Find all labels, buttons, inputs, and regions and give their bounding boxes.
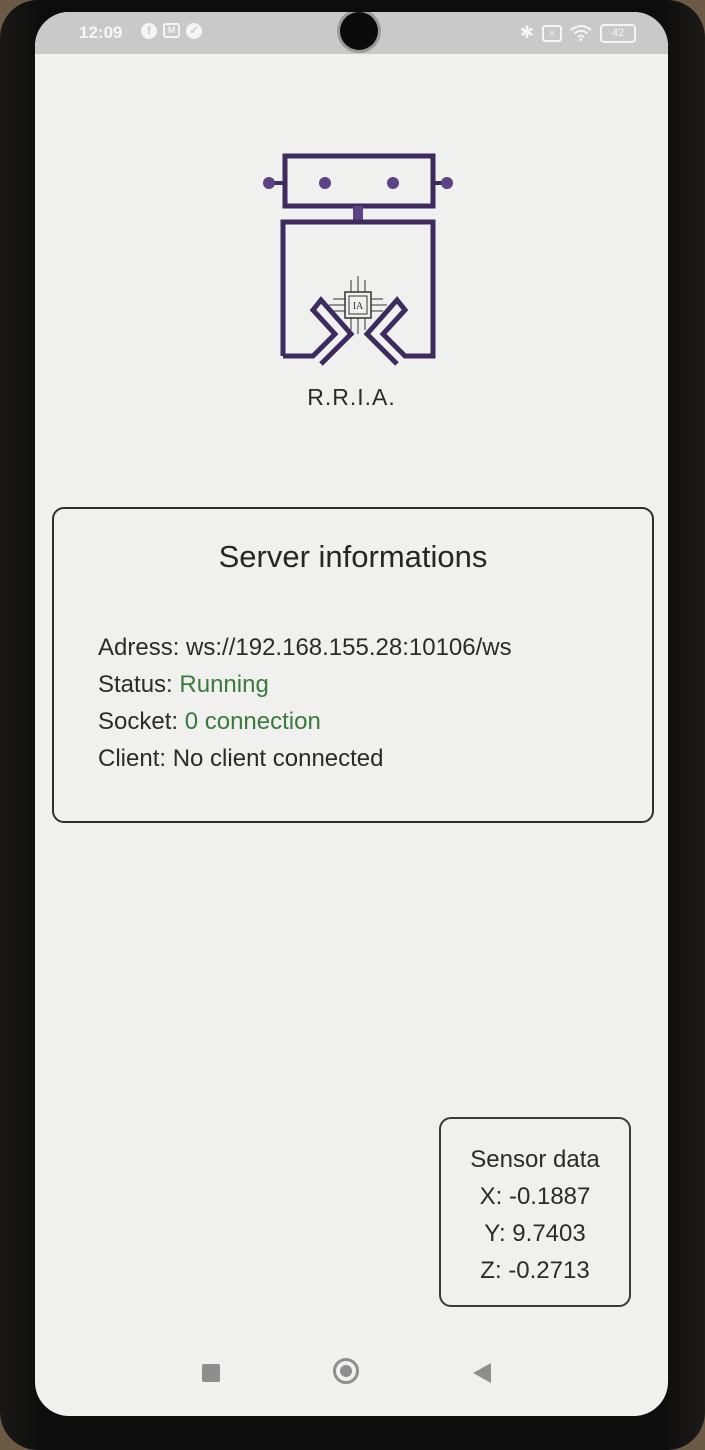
address-row: Adress: ws://192.168.155.28:10106/ws bbox=[98, 629, 512, 666]
server-card-title: Server informations bbox=[218, 539, 488, 574]
back-triangle-icon[interactable] bbox=[473, 1363, 491, 1383]
battery-icon: 42 bbox=[600, 23, 636, 43]
robot-ear-right bbox=[441, 177, 453, 189]
status-bar: 12:09 f M ✓ ✱ × 42 bbox=[35, 12, 668, 54]
front-camera bbox=[340, 12, 378, 50]
ai-chip-label: IA bbox=[353, 301, 364, 312]
sensor-z-value: Z: -0.2713 bbox=[480, 1257, 590, 1284]
robot-body-left bbox=[283, 296, 355, 366]
address-label: Adress: bbox=[98, 634, 180, 661]
client-label: Client: bbox=[98, 745, 167, 772]
socket-label: Socket: bbox=[98, 708, 179, 735]
robot-body-right bbox=[280, 219, 436, 366]
client-value: No client connected bbox=[172, 745, 384, 772]
wifi-icon bbox=[570, 25, 592, 41]
socket-row: Socket: 0 connection bbox=[98, 703, 512, 740]
phone-frame: 12:09 f M ✓ ✱ × 42 IA R.R.I.A. Server in… bbox=[0, 0, 705, 1450]
status-time: 12:09 bbox=[79, 23, 123, 42]
socket-value: 0 connection bbox=[184, 708, 321, 735]
robot-neck bbox=[353, 206, 363, 220]
home-circle-icon[interactable] bbox=[333, 1358, 359, 1384]
status-row: Status: Running bbox=[98, 666, 512, 703]
status-value: Running bbox=[179, 671, 269, 698]
status-right-icons: ✱ × 42 bbox=[520, 23, 636, 43]
bluetooth-icon: ✱ bbox=[519, 23, 534, 42]
robot-eye-left bbox=[319, 177, 331, 189]
status-left-icons: f M ✓ bbox=[141, 23, 202, 39]
robot-head bbox=[282, 153, 436, 209]
screen: 12:09 f M ✓ ✱ × 42 IA R.R.I.A. Server in… bbox=[35, 12, 668, 1416]
sim-no-signal-icon: × bbox=[542, 24, 562, 42]
sensor-y-value: Y: 9.7403 bbox=[484, 1220, 586, 1247]
robot-ear-left bbox=[263, 177, 275, 189]
robot-logo: IA bbox=[263, 153, 453, 366]
server-info-card: Server informations Adress: ws://192.168… bbox=[52, 507, 654, 823]
check-circle-icon: ✓ bbox=[186, 23, 202, 39]
robot-eye-right bbox=[387, 177, 399, 189]
ai-chip-icon: IA bbox=[329, 276, 387, 334]
sensor-card-title: Sensor data bbox=[470, 1146, 600, 1173]
notification-f-icon: f bbox=[141, 23, 157, 39]
client-row: Client: No client connected bbox=[98, 740, 512, 777]
sensor-x-value: X: -0.1887 bbox=[479, 1183, 591, 1210]
gmail-icon: M bbox=[163, 23, 180, 38]
recents-square-icon[interactable] bbox=[202, 1364, 220, 1382]
navigation-bar bbox=[35, 1342, 668, 1412]
address-value: ws://192.168.155.28:10106/ws bbox=[186, 634, 512, 661]
app-name: R.R.I.A. bbox=[307, 384, 396, 410]
sensor-data-card: Sensor data X: -0.1887 Y: 9.7403 Z: -0.2… bbox=[439, 1117, 631, 1307]
server-info-lines: Adress: ws://192.168.155.28:10106/ws Sta… bbox=[98, 629, 512, 777]
status-label: Status: bbox=[98, 671, 173, 698]
